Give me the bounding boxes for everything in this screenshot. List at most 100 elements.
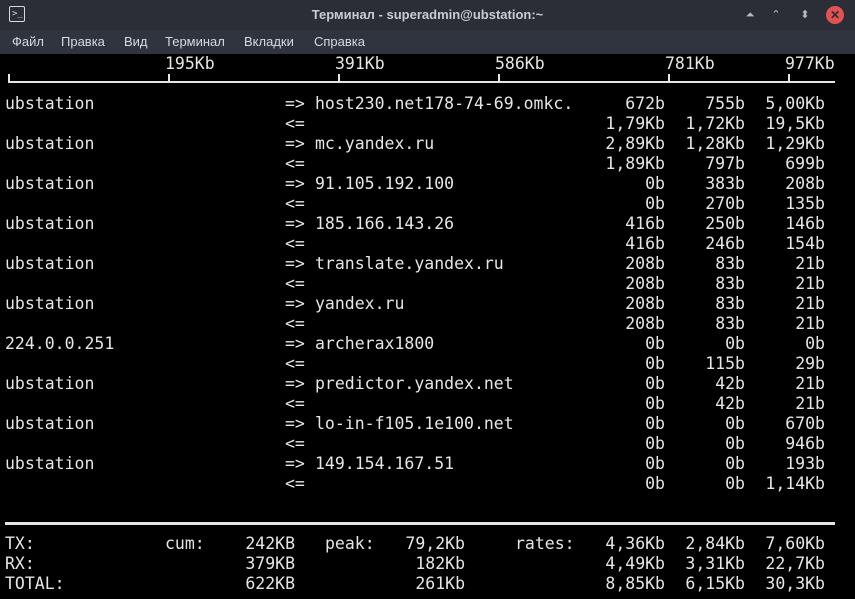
source-host: ubstation [5,94,95,113]
in-rate: 1,72Kb [685,114,745,133]
out-rate: 42b [715,374,745,393]
total-peak: 261Kb [415,574,465,593]
rx-label: RX: [5,554,35,573]
dest-host: lo-in-f105.1e100.net [315,414,514,433]
total-cum: 622KB [245,574,295,593]
out-rate: 0b [725,454,745,473]
in-rate: 0b [645,194,665,213]
scale-label-781: 781Kb [665,54,715,73]
total-rate-2s: 8,85Kb [605,574,665,593]
total-rate-10s: 6,15Kb [685,574,745,593]
out-rate: 670b [785,414,825,433]
in-arrow: <= [285,234,305,253]
source-host: 224.0.0.251 [5,334,115,353]
tx-peak: 79,2Kb [405,534,465,553]
dest-host: mc.yandex.ru [315,134,435,153]
out-rate: 0b [805,334,825,353]
menu-tabs[interactable]: Вкладки [244,30,294,54]
in-rate: 19,5Kb [765,114,825,133]
in-rate: 1,89Kb [605,154,665,173]
in-rate: 42b [715,394,745,413]
menu-view[interactable]: Вид [124,30,148,54]
scale-label-195: 195Kb [165,54,215,73]
out-rate: 208b [625,254,665,273]
rx-rate-2s: 4,49Kb [605,554,665,573]
menu-edit[interactable]: Правка [61,30,105,54]
out-rate: 208b [785,174,825,193]
source-host: ubstation [5,294,95,313]
in-rate: 208b [625,274,665,293]
in-rate: 135b [785,194,825,213]
shade-button[interactable]: ⏶ [741,6,759,24]
in-arrow: <= [285,194,305,213]
dest-host: 91.105.192.100 [315,174,455,193]
in-rate: 83b [715,274,745,293]
out-arrow: => [285,334,305,353]
in-rate: 270b [705,194,745,213]
out-rate: 0b [645,414,665,433]
peak-label: peak: [325,534,375,553]
out-rate: 0b [725,414,745,433]
in-rate: 0b [645,474,665,493]
total-label: TOTAL: [5,574,65,593]
source-host: ubstation [5,174,95,193]
in-rate: 416b [625,234,665,253]
source-host: ubstation [5,374,95,393]
out-rate: 193b [785,454,825,473]
menu-terminal[interactable]: Терминал [165,30,225,54]
in-rate: 0b [725,474,745,493]
in-arrow: <= [285,394,305,413]
in-rate: 29b [795,354,825,373]
in-rate: 0b [645,434,665,453]
out-arrow: => [285,174,305,193]
in-arrow: <= [285,114,305,133]
out-arrow: => [285,414,305,433]
source-host: ubstation [5,134,95,153]
in-rate: 21b [795,314,825,333]
in-rate: 21b [795,394,825,413]
rates-label: rates: [515,534,575,553]
in-rate: 83b [715,314,745,333]
out-rate: 146b [785,214,825,233]
out-rate: 2,89Kb [605,134,665,153]
cum-label: cum: [165,534,205,553]
tx-rate-10s: 2,84Kb [685,534,745,553]
source-host: ubstation [5,454,95,473]
menu-help[interactable]: Справка [314,30,365,54]
window-title: Терминал - superadmin@ubstation:~ [311,7,544,22]
menu-file[interactable]: Файл [12,30,44,54]
in-rate: 0b [645,354,665,373]
in-rate: 208b [625,314,665,333]
tx-label: TX: [5,534,35,553]
in-arrow: <= [285,154,305,173]
minimize-button[interactable]: ⌃ [767,6,785,24]
in-arrow: <= [285,474,305,493]
out-rate: 1,29Kb [765,134,825,153]
out-arrow: => [285,294,305,313]
source-host: ubstation [5,214,95,233]
in-rate: 154b [785,234,825,253]
out-rate: 672b [625,94,665,113]
out-rate: 0b [725,334,745,353]
out-rate: 0b [645,174,665,193]
terminal-window: >_ Терминал - superadmin@ubstation:~ ⏶ ⌃… [0,0,855,599]
out-arrow: => [285,254,305,273]
dest-host: 149.154.167.51 [315,454,455,473]
in-arrow: <= [285,434,305,453]
out-rate: 208b [625,294,665,313]
out-rate: 1,28Kb [685,134,745,153]
in-rate: 699b [785,154,825,173]
in-rate: 246b [705,234,745,253]
in-arrow: <= [285,354,305,373]
tx-rate-40s: 7,60Kb [765,534,825,553]
in-rate: 0b [725,434,745,453]
rx-cum: 379KB [245,554,295,573]
close-button[interactable]: ✕ [826,6,844,24]
rx-peak: 182Kb [415,554,465,573]
menu-bar: Файл Правка Вид Терминал Вкладки Справка [0,30,855,54]
tx-cum: 242KB [245,534,295,553]
out-arrow: => [285,94,305,113]
title-bar[interactable]: >_ Терминал - superadmin@ubstation:~ ⏶ ⌃… [0,0,855,30]
terminal-output[interactable]: 195Kb 391Kb 586Kb 781Kb 977Kb ubstation =… [0,54,855,599]
maximize-button[interactable]: ⬍ [796,6,814,24]
